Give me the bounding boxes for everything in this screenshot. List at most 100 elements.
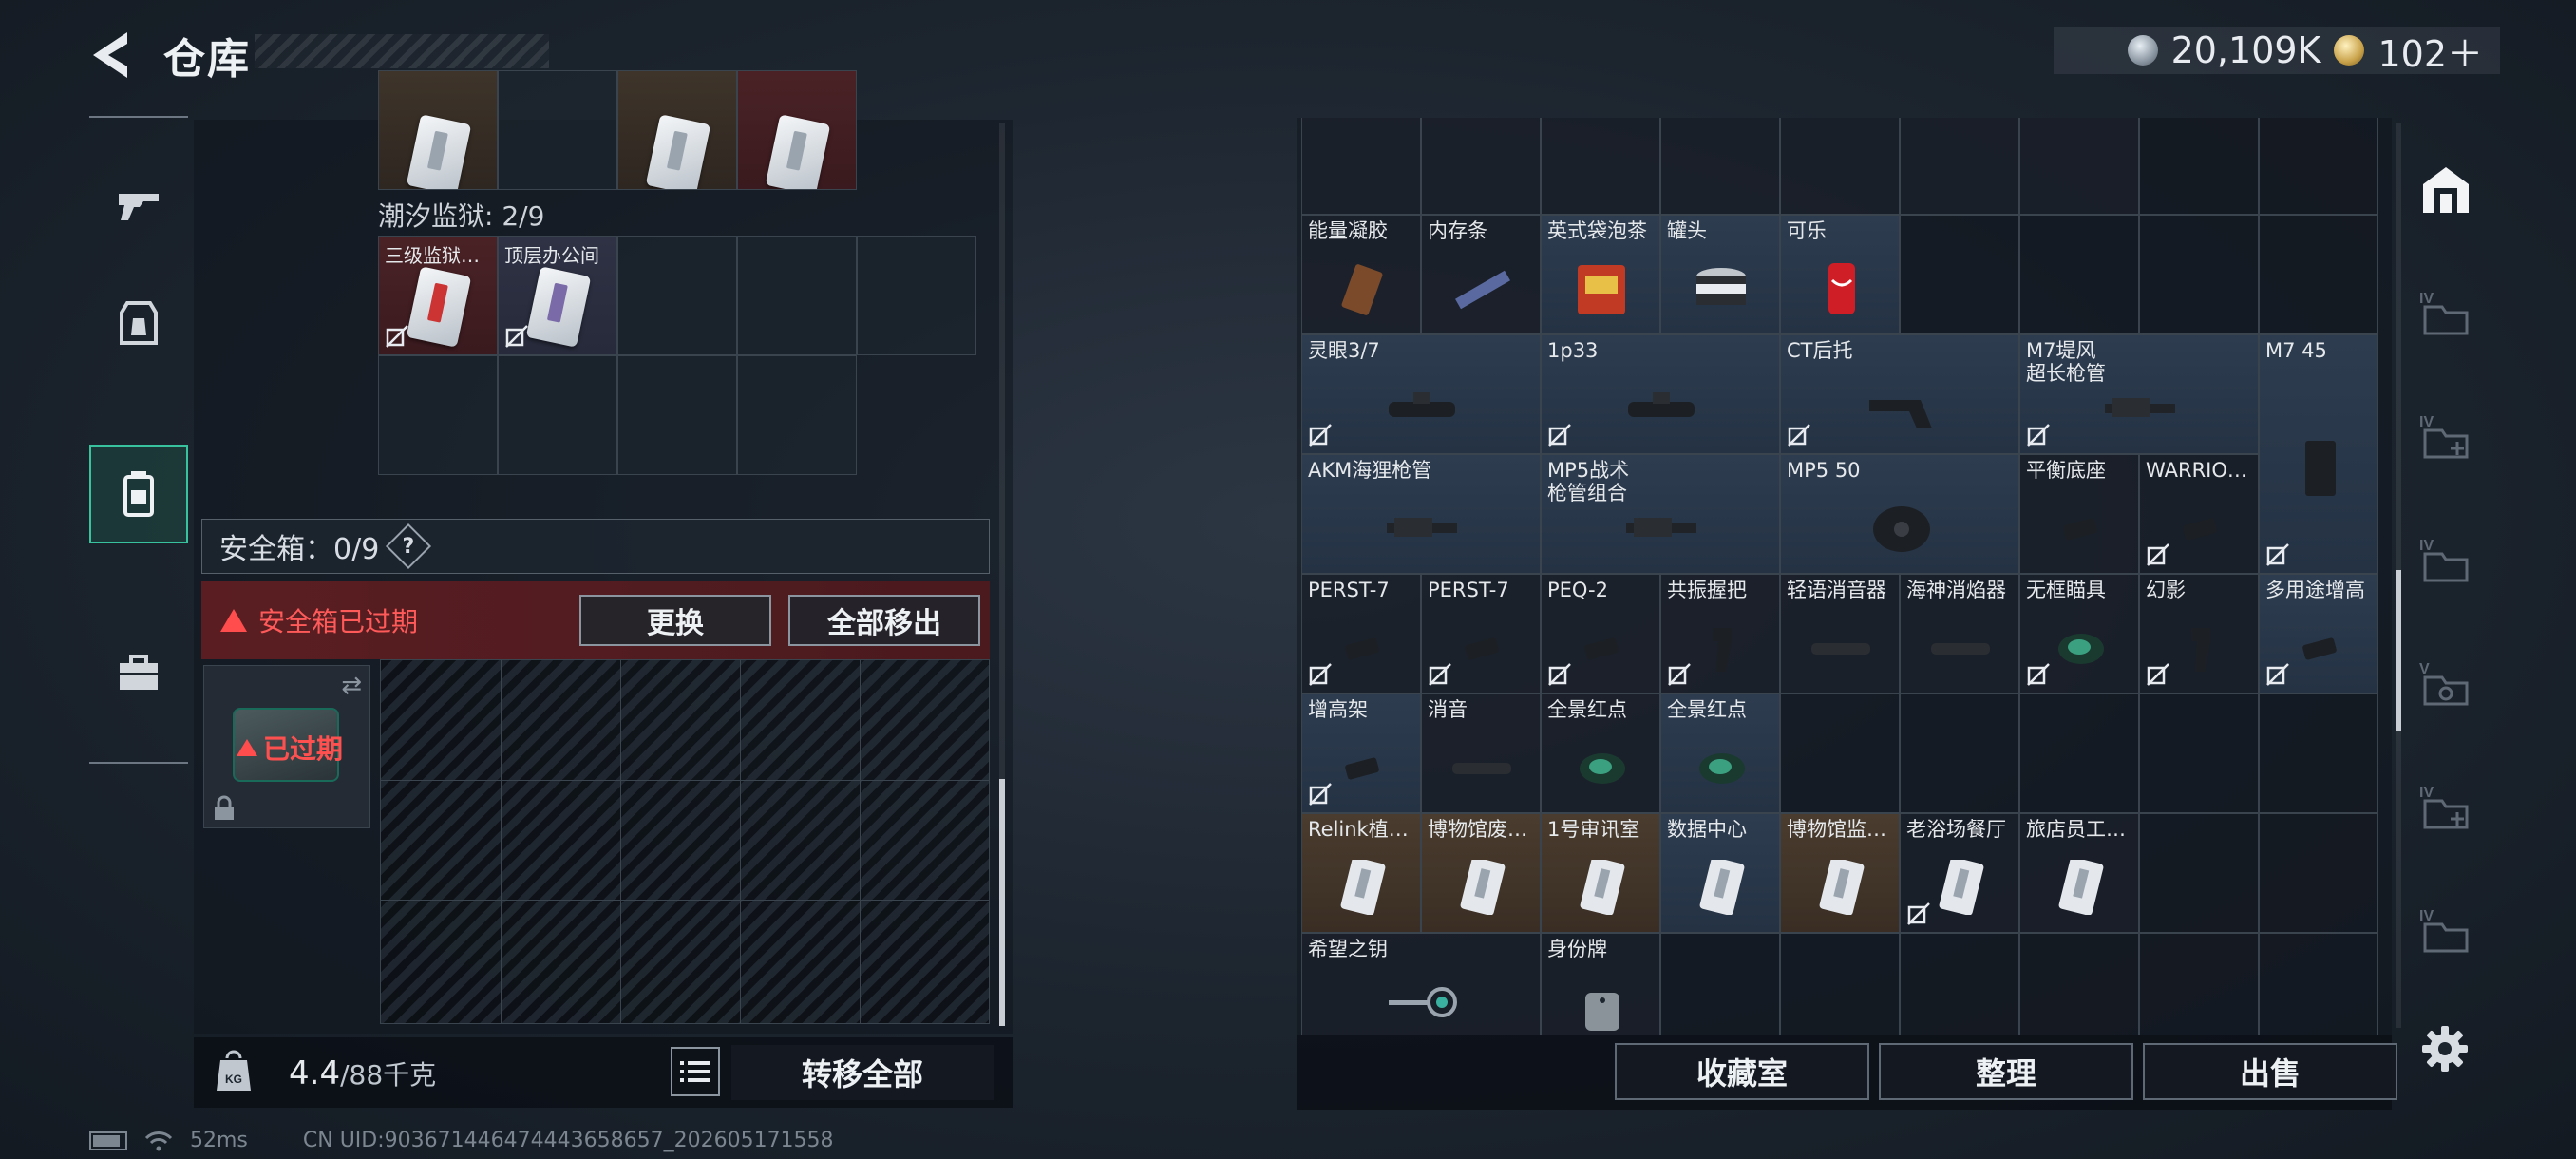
storage-item[interactable]: M7 45 — [2259, 334, 2378, 574]
rail-weapons-button[interactable] — [89, 156, 188, 255]
back-button[interactable] — [87, 28, 133, 82]
empty-storage-cell[interactable] — [2019, 694, 2139, 813]
keycard-slot[interactable]: 三级监狱… — [378, 236, 498, 355]
sell-button[interactable]: 出售 — [2143, 1043, 2397, 1100]
storage-cell[interactable] — [1301, 118, 1421, 215]
inventory-cell[interactable] — [498, 70, 617, 190]
empty-storage-cell[interactable] — [1660, 933, 1780, 1036]
storage-cell[interactable] — [1541, 118, 1660, 215]
inventory-cell[interactable] — [617, 70, 737, 190]
storage-item[interactable]: PEQ-2 — [1541, 574, 1660, 694]
storage-item[interactable]: 1p33 — [1541, 334, 1780, 454]
empty-storage-cell[interactable] — [1900, 694, 2019, 813]
storage-item[interactable]: 轻语消音器 — [1780, 574, 1900, 694]
storage-item[interactable]: 博物馆监… — [1780, 813, 1900, 933]
storage-item[interactable]: MP5 50 — [1780, 454, 2019, 574]
inventory-cell[interactable] — [378, 70, 498, 190]
storage-item[interactable]: AKM海狸枪管 — [1301, 454, 1541, 574]
list-view-button[interactable] — [671, 1047, 720, 1096]
storage-item[interactable]: 1号审讯室 — [1541, 813, 1660, 933]
empty-storage-cell[interactable] — [2259, 215, 2378, 334]
safebox-item[interactable]: ⇄ 已过期 — [203, 665, 370, 828]
storage-item[interactable]: 增高架 — [1301, 694, 1421, 813]
storage-item[interactable]: WARRIO… — [2139, 454, 2259, 574]
storage-item[interactable]: 能量凝胶 — [1301, 215, 1421, 334]
empty-slot[interactable] — [857, 236, 976, 355]
empty-storage-cell[interactable] — [1900, 215, 2019, 334]
storage-item[interactable]: MP5战术 枪管组合 — [1541, 454, 1780, 574]
keycard-slot[interactable]: 顶层办公间 — [498, 236, 617, 355]
storage-tab-6[interactable]: IV — [2413, 773, 2479, 840]
storage-item[interactable]: 老浴场餐厅 — [1900, 813, 2019, 933]
rail-armor-button[interactable] — [89, 274, 188, 372]
empty-storage-cell[interactable] — [1780, 694, 1900, 813]
empty-storage-cell[interactable] — [2139, 933, 2259, 1036]
empty-slot[interactable] — [378, 355, 498, 475]
storage-tab-7[interactable]: IV — [2413, 897, 2479, 963]
empty-slot[interactable] — [498, 355, 617, 475]
sort-button[interactable]: 整理 — [1879, 1043, 2133, 1100]
storage-tab-2[interactable]: IV — [2413, 279, 2479, 346]
gold-balance[interactable]: 102＋ — [2377, 25, 2483, 77]
inventory-cell[interactable] — [737, 70, 857, 190]
storage-item[interactable]: 内存条 — [1421, 215, 1541, 334]
settings-button[interactable] — [2420, 1024, 2470, 1074]
storage-item[interactable]: 多用途增高 — [2259, 574, 2378, 694]
storage-item[interactable]: 身份牌 — [1541, 933, 1660, 1036]
storage-item[interactable]: 可乐 — [1780, 215, 1900, 334]
storage-item[interactable]: 全景红点 — [1541, 694, 1660, 813]
storage-item[interactable]: 消音 — [1421, 694, 1541, 813]
storage-item[interactable]: 希望之钥 — [1301, 933, 1541, 1036]
left-scrollbar-thumb[interactable] — [999, 779, 1005, 1026]
storage-item[interactable]: M7堤风 超长枪管 — [2019, 334, 2259, 454]
remove-all-button[interactable]: 全部移出 — [788, 595, 980, 646]
storage-tab-main[interactable] — [2413, 156, 2479, 222]
storage-cell[interactable] — [1780, 118, 1900, 215]
empty-storage-cell[interactable] — [2139, 694, 2259, 813]
storage-tab-5[interactable]: V — [2413, 650, 2479, 716]
help-button[interactable]: ? — [386, 522, 432, 570]
storage-cell[interactable] — [2139, 118, 2259, 215]
storage-item[interactable]: Relink植… — [1301, 813, 1421, 933]
rail-case-button[interactable] — [89, 623, 188, 722]
empty-storage-cell[interactable] — [2019, 215, 2139, 334]
storage-item[interactable]: 平衡底座 — [2019, 454, 2139, 574]
empty-slot[interactable] — [617, 236, 737, 355]
empty-storage-cell[interactable] — [2259, 933, 2378, 1036]
empty-slot[interactable] — [737, 236, 857, 355]
storage-item[interactable]: PERST-7 — [1301, 574, 1421, 694]
empty-slot[interactable] — [737, 355, 857, 475]
storage-item[interactable]: 全景红点 — [1660, 694, 1780, 813]
storage-cell[interactable] — [1421, 118, 1541, 215]
storage-item[interactable]: PERST-7 — [1421, 574, 1541, 694]
storage-item[interactable]: 英式袋泡茶 — [1541, 215, 1660, 334]
empty-storage-cell[interactable] — [2259, 694, 2378, 813]
storage-item[interactable]: 共振握把 — [1660, 574, 1780, 694]
storage-item[interactable]: 无框瞄具 — [2019, 574, 2139, 694]
swap-safebox-button[interactable]: 更换 — [579, 595, 771, 646]
empty-storage-cell[interactable] — [2139, 215, 2259, 334]
storage-cell[interactable] — [2019, 118, 2139, 215]
empty-slot[interactable] — [617, 355, 737, 475]
storage-cell[interactable] — [1900, 118, 2019, 215]
empty-storage-cell[interactable] — [2139, 813, 2259, 933]
storage-item[interactable]: 罐头 — [1660, 215, 1780, 334]
storage-item[interactable]: 博物馆废… — [1421, 813, 1541, 933]
right-scrollbar-thumb[interactable] — [2396, 570, 2401, 732]
empty-storage-cell[interactable] — [1780, 933, 1900, 1036]
empty-storage-cell[interactable] — [2019, 933, 2139, 1036]
storage-tab-3[interactable]: IV — [2413, 403, 2479, 469]
collection-room-button[interactable]: 收藏室 — [1615, 1043, 1869, 1100]
empty-storage-cell[interactable] — [2259, 813, 2378, 933]
storage-item[interactable]: CT后托 — [1780, 334, 2019, 454]
storage-item[interactable]: 海神消焰器 — [1900, 574, 2019, 694]
storage-cell[interactable] — [1660, 118, 1780, 215]
storage-tab-4[interactable]: IV — [2413, 526, 2479, 593]
storage-cell[interactable] — [2259, 118, 2378, 215]
storage-item[interactable]: 灵眼3/7 — [1301, 334, 1541, 454]
storage-item[interactable]: 旅店员工… — [2019, 813, 2139, 933]
transfer-all-button[interactable]: 转移全部 — [731, 1045, 994, 1100]
storage-item[interactable]: 幻影 — [2139, 574, 2259, 694]
storage-item[interactable]: 数据中心 — [1660, 813, 1780, 933]
rail-backpack-button[interactable] — [89, 445, 188, 543]
